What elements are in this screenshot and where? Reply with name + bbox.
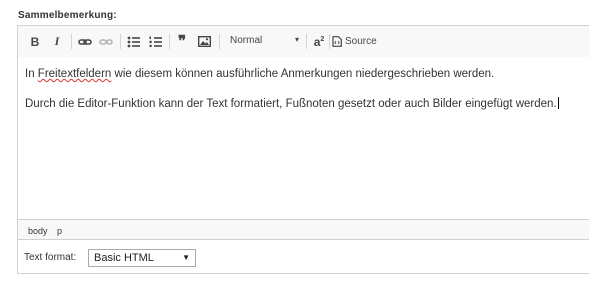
path-item-p[interactable]: p [57, 226, 62, 236]
unlink-button[interactable] [98, 33, 114, 50]
bold-icon: B [30, 34, 40, 49]
toolbar-separator [329, 34, 330, 49]
toolbar-separator [306, 34, 307, 49]
link-icon [78, 38, 92, 45]
text-format-select[interactable]: Basic HTML ▼ [88, 249, 196, 267]
italic-button[interactable]: I [50, 33, 64, 50]
bulleted-list-icon [127, 36, 140, 47]
paragraph-format-dropdown[interactable]: Normal ▾ [227, 33, 303, 50]
unlink-icon [99, 38, 113, 45]
paragraph-2: Durch die Editor-Funktion kann der Text … [25, 97, 559, 110]
paragraph-1: In Freitextfeldern wie diesem können aus… [25, 68, 495, 80]
chevron-down-icon: ▼ [182, 253, 190, 262]
blockquote-button[interactable]: ❞ [174, 33, 190, 50]
path-item-body[interactable]: body [28, 226, 48, 236]
italic-icon: I [54, 34, 60, 48]
numbered-list-button[interactable] [147, 33, 163, 50]
field-label: Sammelbemerkung: [18, 10, 117, 21]
editor-toolbar: B I ❞ Normal ▾ a2 Source [18, 26, 589, 58]
source-label: Source [345, 36, 377, 47]
toolbar-separator [71, 34, 72, 49]
superscript-button[interactable]: a2 [311, 33, 327, 50]
toolbar-separator [169, 34, 170, 49]
toolbar-separator [120, 34, 121, 49]
chevron-down-icon: ▾ [294, 35, 299, 44]
bulleted-list-button[interactable] [125, 33, 141, 50]
source-icon [332, 36, 342, 47]
misspelled-word: Freitextfeldern [37, 68, 112, 80]
bold-button[interactable]: B [28, 33, 42, 50]
text-caret [557, 97, 559, 109]
paragraph-format-value: Normal [230, 35, 263, 46]
link-button[interactable] [77, 33, 93, 50]
image-button[interactable] [196, 33, 212, 50]
editor-content-area[interactable]: In Freitextfeldern wie diesem können aus… [18, 57, 589, 219]
blockquote-icon: ❞ [177, 34, 187, 50]
editor-container: B I ❞ Normal ▾ a2 Source In Freitextfeld… [17, 25, 589, 274]
text-format-value: Basic HTML [94, 252, 154, 264]
image-icon [197, 36, 211, 47]
superscript-icon: a2 [313, 34, 325, 49]
text-format-bar: Text format: Basic HTML ▼ [18, 239, 589, 273]
toolbar-separator [219, 34, 220, 49]
source-button[interactable]: Source [332, 33, 392, 50]
text-format-label: Text format: [24, 252, 77, 263]
element-path-bar: body p [18, 219, 589, 240]
numbered-list-icon [149, 36, 162, 47]
